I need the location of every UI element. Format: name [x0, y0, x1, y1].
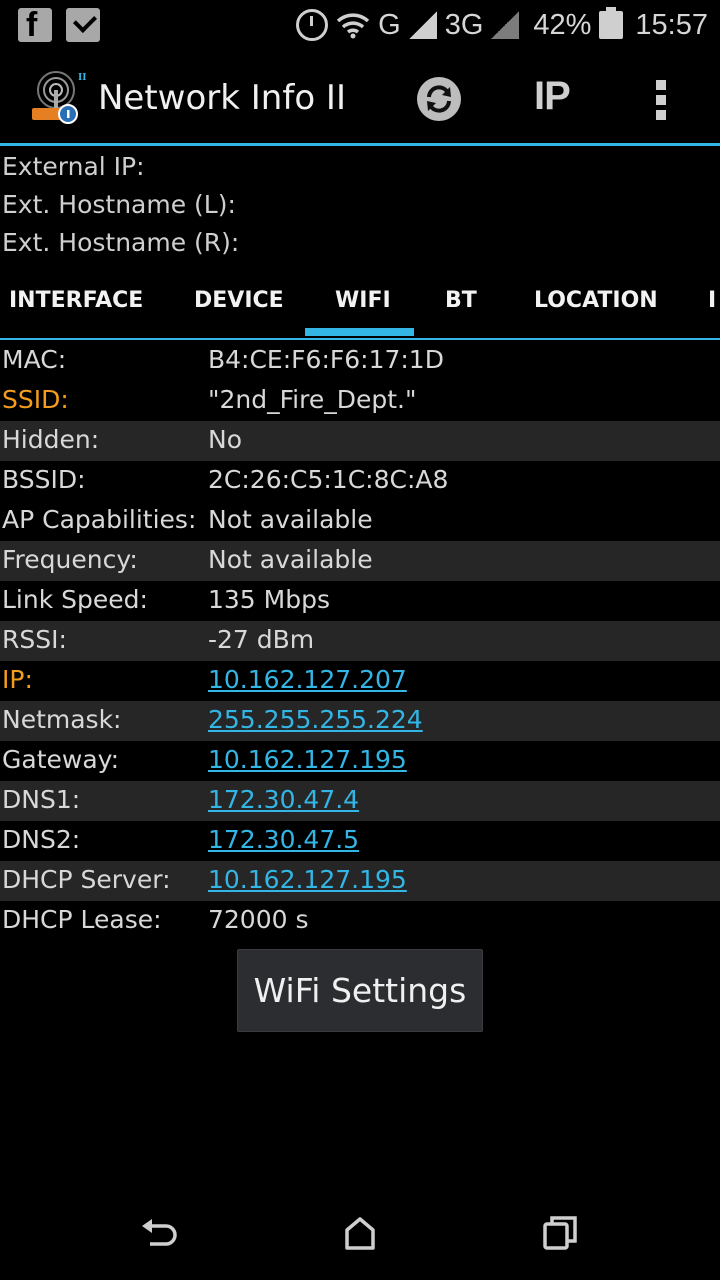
row-label: BSSID:: [2, 465, 86, 494]
tab-wifi[interactable]: WIFI: [335, 288, 391, 313]
row-label: Frequency:: [2, 545, 138, 574]
ext-hostname-remote-label: Ext. Hostname (R):: [2, 228, 240, 257]
refresh-button[interactable]: [417, 77, 461, 121]
clipboard-check-icon: [66, 8, 100, 42]
wifi-info-list: MAC: B4:CE:F6:F6:17:1D SSID: "2nd_Fire_D…: [0, 341, 720, 941]
gateway-link[interactable]: 10.162.127.195: [208, 745, 407, 774]
tab-interface[interactable]: INTERFACE: [9, 288, 143, 313]
row-value: Not available: [208, 505, 373, 534]
tab-divider: [0, 338, 720, 340]
ip-link[interactable]: 10.162.127.207: [208, 665, 407, 694]
table-row: SSID: "2nd_Fire_Dept.": [0, 381, 720, 421]
row-value: Not available: [208, 545, 373, 574]
tab-device[interactable]: DEVICE: [194, 288, 284, 313]
app-logo-icon: II: [32, 71, 86, 124]
refresh-icon: [427, 85, 451, 113]
overflow-menu-icon[interactable]: [654, 80, 668, 120]
row-label: Hidden:: [2, 425, 100, 454]
tab-ipv6[interactable]: I: [708, 288, 716, 313]
row-value: 135 Mbps: [208, 585, 330, 614]
table-row: Link Speed: 135 Mbps: [0, 581, 720, 621]
table-row: DHCP Lease: 72000 s: [0, 901, 720, 941]
row-label: RSSI:: [2, 625, 67, 654]
row-value: "2nd_Fire_Dept.": [208, 385, 417, 414]
notification-icons: f: [18, 6, 100, 44]
table-row: BSSID: 2C:26:C5:1C:8C:A8: [0, 461, 720, 501]
row-label: Link Speed:: [2, 585, 148, 614]
row-label: DNS1:: [2, 785, 81, 814]
table-row: Gateway: 10.162.127.195: [0, 741, 720, 781]
row-label: SSID:: [2, 385, 69, 414]
battery-icon: [599, 7, 624, 39]
ip-button[interactable]: IP: [534, 74, 571, 119]
row-label: Gateway:: [2, 745, 120, 774]
external-ip-label: External IP:: [2, 152, 145, 181]
network-type-3g: 3G: [444, 8, 484, 41]
netmask-link[interactable]: 255.255.255.224: [208, 705, 423, 734]
external-info: External IP: Ext. Hostname (L): Ext. Hos…: [0, 148, 720, 262]
svg-text:II: II: [78, 73, 86, 83]
navigation-bar: [0, 1186, 720, 1280]
recents-icon[interactable]: [537, 1210, 583, 1256]
system-icons: G 3G 42% 15:57: [296, 4, 708, 46]
row-label: IP:: [2, 665, 33, 694]
row-label: Netmask:: [2, 705, 122, 734]
cell-signal-icon-2: [491, 11, 520, 39]
table-row: Frequency: Not available: [0, 541, 720, 581]
wifi-settings-button[interactable]: WiFi Settings: [237, 949, 483, 1032]
home-icon[interactable]: [337, 1210, 383, 1256]
battery-percent: 42%: [533, 8, 592, 41]
table-row: DHCP Server: 10.162.127.195: [0, 861, 720, 901]
row-value: 2C:26:C5:1C:8C:A8: [208, 465, 449, 494]
action-bar-divider: [0, 143, 720, 146]
table-row: RSSI: -27 dBm: [0, 621, 720, 661]
wifi-signal-icon: [336, 13, 370, 39]
tab-strip: INTERFACE DEVICE WIFI BT LOCATION I: [0, 270, 720, 338]
tab-location[interactable]: LOCATION: [534, 288, 658, 313]
action-bar: II Network Info II IP: [0, 50, 720, 144]
dns2-link[interactable]: 172.30.47.5: [208, 825, 359, 854]
row-label: MAC:: [2, 345, 67, 374]
dns1-link[interactable]: 172.30.47.4: [208, 785, 359, 814]
alarm-icon: [296, 9, 329, 41]
table-row: MAC: B4:CE:F6:F6:17:1D: [0, 341, 720, 381]
ext-hostname-local-label: Ext. Hostname (L):: [2, 190, 236, 219]
table-row: DNS2: 172.30.47.5: [0, 821, 720, 861]
back-icon[interactable]: [136, 1210, 182, 1256]
row-value: 72000 s: [208, 905, 309, 934]
row-label: DNS2:: [2, 825, 81, 854]
row-label: DHCP Lease:: [2, 905, 162, 934]
table-row: Netmask: 255.255.255.224: [0, 701, 720, 741]
tab-bt[interactable]: BT: [445, 288, 477, 313]
table-row: AP Capabilities: Not available: [0, 501, 720, 541]
facebook-icon: f: [18, 6, 52, 44]
clock: 15:57: [635, 8, 708, 41]
row-label: DHCP Server:: [2, 865, 171, 894]
row-value: No: [208, 425, 242, 454]
table-row: IP: 10.162.127.207: [0, 661, 720, 701]
app-title: Network Info II: [98, 78, 346, 118]
network-type-g: G: [378, 8, 401, 41]
table-row: DNS1: 172.30.47.4: [0, 781, 720, 821]
cell-signal-icon: [408, 11, 437, 39]
row-label: AP Capabilities:: [2, 505, 197, 534]
row-value: B4:CE:F6:F6:17:1D: [208, 345, 444, 374]
dhcp-server-link[interactable]: 10.162.127.195: [208, 865, 407, 894]
status-bar: f G 3G 42% 15:57: [0, 0, 720, 50]
active-tab-indicator: [305, 328, 414, 336]
row-value: -27 dBm: [208, 625, 315, 654]
table-row: Hidden: No: [0, 421, 720, 461]
